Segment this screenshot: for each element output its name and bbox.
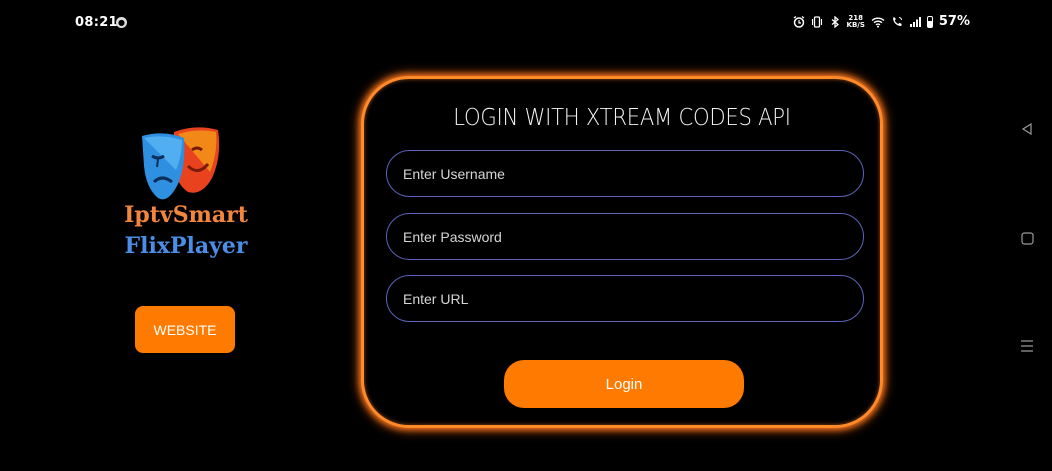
username-input[interactable]: Enter Username [386,150,864,197]
notification-icon: ● [116,17,127,28]
status-time: 08:21 [75,15,118,30]
vibrate-icon [811,15,822,28]
home-icon[interactable] [1019,230,1035,246]
network-speed: 218 KB/S [846,14,865,29]
battery-icon [926,15,933,28]
recents-icon[interactable] [1019,338,1035,354]
back-icon[interactable] [1019,121,1035,137]
battery-percent: 57% [938,14,970,29]
alarm-icon [793,15,804,28]
wifi-calling-icon [892,16,902,26]
website-button[interactable]: WEBSITE [135,306,235,353]
signal-icon [909,16,921,27]
wifi-icon [871,17,885,28]
login-panel: LOGIN WITH XTREAM CODES API Enter Userna… [361,76,883,428]
brand-name-line1: IptvSmart [124,202,248,228]
login-title: LOGIN WITH XTREAM CODES API [453,105,791,131]
brand-name-line2: FlixPlayer [124,233,248,259]
bluetooth-icon [831,15,839,28]
login-button[interactable]: Login [504,360,744,408]
network-speed-unit: KB/S [846,20,865,29]
url-input[interactable]: Enter URL [386,275,864,322]
password-input[interactable]: Enter Password [386,213,864,260]
status-icons: 218 KB/S 57% [793,14,970,29]
theater-masks-icon [142,127,220,200]
